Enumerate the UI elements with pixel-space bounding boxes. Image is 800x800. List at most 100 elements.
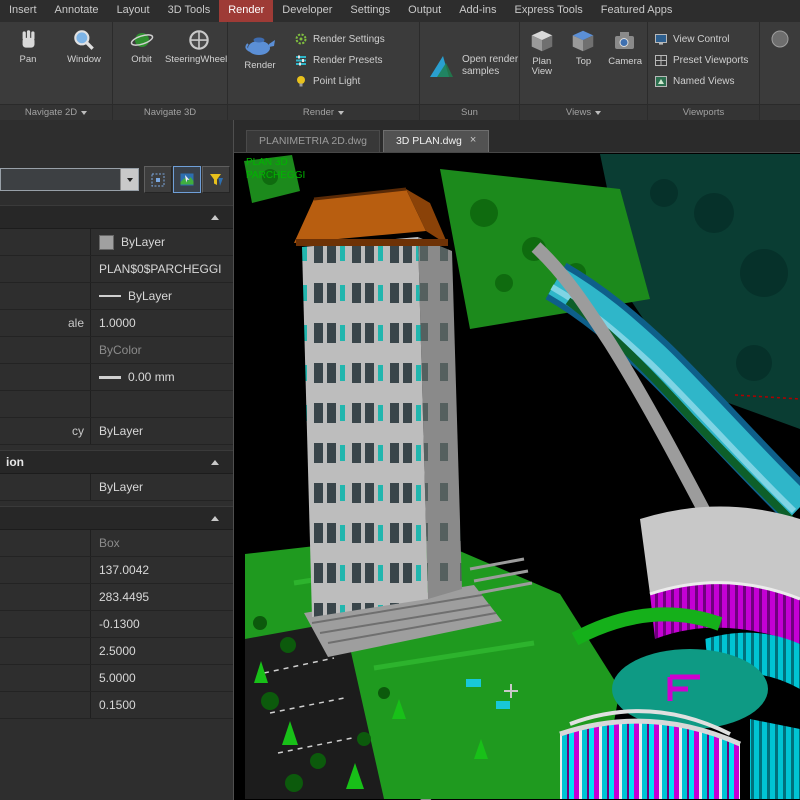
quick-select-funnel-icon xyxy=(207,171,225,188)
row-length-value[interactable]: 2.5000 xyxy=(91,638,233,664)
render-presets-label: Render Presets xyxy=(313,55,382,66)
row-transparency-value[interactable]: ByLayer xyxy=(91,418,233,444)
point-light-item[interactable]: Point Light xyxy=(294,72,385,90)
ribbon-tab-layout[interactable]: Layout xyxy=(108,0,159,22)
ribbon-tab-express-tools[interactable]: Express Tools xyxy=(506,0,592,22)
row-color-label xyxy=(0,229,91,255)
row-width-value[interactable]: 5.0000 xyxy=(91,665,233,691)
row-linetype-value[interactable]: ByLayer xyxy=(91,283,233,309)
view-control-item[interactable]: View Control xyxy=(654,30,748,48)
panel-expand-icon xyxy=(595,111,601,115)
row-position-x: 137.0042 xyxy=(0,557,233,584)
collapse-icon[interactable] xyxy=(211,460,219,465)
row-color: ByLayer xyxy=(0,229,233,256)
ribbon-tab-addins[interactable]: Add-ins xyxy=(450,0,505,22)
right-striped-patch xyxy=(750,719,800,799)
panel-navigate-2d: Pan Window Navigate 2D xyxy=(0,22,113,120)
file-tabstrip: PLANIMETRIA 2D.dwg 3D PLAN.dwg × xyxy=(234,120,800,153)
file-tab-planimetria[interactable]: PLANIMETRIA 2D.dwg xyxy=(246,130,380,152)
preset-viewports-label: Preset Viewports xyxy=(673,55,748,66)
row-linetype-scale-label: ale xyxy=(0,310,91,336)
row-solid-type-value[interactable]: Box xyxy=(91,530,233,556)
ribbon-tab-featured-apps[interactable]: Featured Apps xyxy=(592,0,682,22)
named-view-icon xyxy=(654,75,668,88)
row-lineweight-value[interactable]: 0.00 mm xyxy=(91,364,233,390)
pan-hand-icon xyxy=(15,27,41,53)
select-objects-button[interactable] xyxy=(173,166,201,193)
row-color-value[interactable]: ByLayer xyxy=(91,229,233,255)
row-height-value[interactable]: 0.1500 xyxy=(91,692,233,718)
panel-title-cutoff xyxy=(760,104,800,120)
ribbon-tab-output[interactable]: Output xyxy=(399,0,450,22)
orbit-icon xyxy=(129,27,155,53)
ribbon-tab-developer[interactable]: Developer xyxy=(273,0,341,22)
section-3d-visualization[interactable]: ion xyxy=(0,450,233,474)
collapse-icon[interactable] xyxy=(211,215,219,220)
render-settings-item[interactable]: Render Settings xyxy=(294,30,385,48)
row-hyperlink-value[interactable] xyxy=(91,391,233,417)
ribbon-tab-settings[interactable]: Settings xyxy=(341,0,399,22)
steering-wheel-icon xyxy=(186,27,212,53)
select-objects-icon xyxy=(178,171,196,188)
ribbon-panels: Pan Window Navigate 2D xyxy=(0,22,800,120)
camera-button[interactable]: Camera xyxy=(605,27,645,67)
steeringwheels-label: SteeringWheels xyxy=(165,55,227,65)
ribbon-tab-3d-tools[interactable]: 3D Tools xyxy=(159,0,220,22)
chevron-down-icon[interactable] xyxy=(120,169,138,190)
panel-viewports: View Control Preset Viewports xyxy=(648,22,760,120)
row-height: 0.1500 xyxy=(0,692,233,719)
panel-title-viewports[interactable]: Viewports xyxy=(648,104,759,120)
monitor-icon xyxy=(654,33,668,46)
panel-navigate-3d: Orbit SteeringWheels Navigate 3D xyxy=(113,22,228,120)
ribbon-tab-insert[interactable]: Insert xyxy=(0,0,46,22)
top-view-label: Top xyxy=(576,57,591,67)
row-position-z-value[interactable]: -0.1300 xyxy=(91,611,233,637)
row-height-label xyxy=(0,692,91,718)
properties-palette: ByLayer PLAN$0$PARCHEGGI ByLayer ale 1.0… xyxy=(0,120,234,800)
section-general[interactable] xyxy=(0,205,233,229)
section-geometry[interactable] xyxy=(0,506,233,530)
object-type-combo[interactable] xyxy=(0,168,139,191)
render-button[interactable]: Render xyxy=(234,27,286,71)
panel-title-render[interactable]: Render xyxy=(228,104,419,120)
row-width-label xyxy=(0,665,91,691)
ribbon-tab-annotate[interactable]: Annotate xyxy=(46,0,108,22)
row-linetype-scale-value[interactable]: 1.0000 xyxy=(91,310,233,336)
preset-viewports-item[interactable]: Preset Viewports xyxy=(654,51,748,69)
panel-title-sun[interactable]: Sun xyxy=(420,104,519,120)
row-transparency: cy ByLayer xyxy=(0,418,233,445)
close-icon[interactable]: × xyxy=(470,135,476,146)
zoom-window-button[interactable]: Window xyxy=(58,27,110,65)
row-plot-style-value[interactable]: ByColor xyxy=(91,337,233,363)
toggle-pickadd-button[interactable] xyxy=(144,166,172,193)
autocad-window: Insert Annotate Layout 3D Tools Render D… xyxy=(0,0,800,800)
collapse-icon[interactable] xyxy=(211,516,219,521)
camera-label: Camera xyxy=(608,57,642,67)
pan-button[interactable]: Pan xyxy=(2,27,54,65)
named-views-item[interactable]: Named Views xyxy=(654,72,748,90)
row-position-x-value[interactable]: 137.0042 xyxy=(91,557,233,583)
tower-building xyxy=(294,189,462,617)
panel-title-navigate-3d[interactable]: Navigate 3D xyxy=(113,104,227,120)
row-material-value[interactable]: ByLayer xyxy=(91,474,233,500)
row-plot-style-label xyxy=(0,337,91,363)
ribbon-tab-render[interactable]: Render xyxy=(219,0,273,22)
file-tab-3d-plan[interactable]: 3D PLAN.dwg × xyxy=(383,130,489,152)
drawing-canvas[interactable] xyxy=(234,153,800,800)
open-render-samples-button[interactable]: Open render samples xyxy=(426,51,518,81)
top-view-button[interactable]: Top xyxy=(565,27,601,67)
plan-view-button[interactable]: Plan View xyxy=(522,27,562,77)
steeringwheels-button[interactable]: SteeringWheels xyxy=(173,27,225,65)
box-top-icon xyxy=(569,27,597,55)
cube-icon xyxy=(528,27,556,55)
quick-select-button[interactable] xyxy=(202,166,230,193)
render-presets-item[interactable]: Render Presets xyxy=(294,51,385,69)
row-position-y-value[interactable]: 283.4495 xyxy=(91,584,233,610)
row-layer-value[interactable]: PLAN$0$PARCHEGGI xyxy=(91,256,233,282)
ribbon: Insert Annotate Layout 3D Tools Render D… xyxy=(0,0,800,120)
panel-render: Render Render Settings xyxy=(228,22,420,120)
panel-title-navigate-2d[interactable]: Navigate 2D xyxy=(0,104,112,120)
orbit-button[interactable]: Orbit xyxy=(116,27,168,65)
panel-expand-icon xyxy=(81,111,87,115)
panel-title-views[interactable]: Views xyxy=(520,104,647,120)
